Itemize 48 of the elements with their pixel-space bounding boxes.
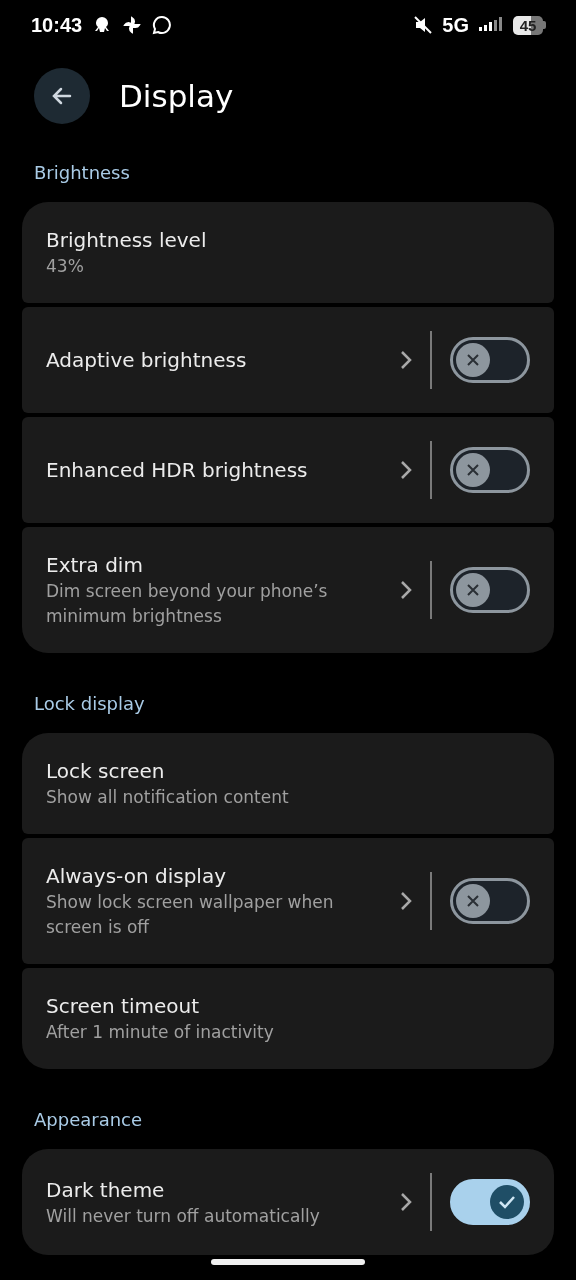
setting-title: Adaptive brightness <box>46 347 248 374</box>
network-type: 5G <box>442 13 469 37</box>
setting-row[interactable]: Dark theme Will never turn off automatically <box>22 1149 554 1255</box>
muted-speaker-icon <box>414 16 433 34</box>
toggle-switch[interactable] <box>450 567 530 613</box>
setting-summary: Dim screen beyond your phone’s minimum brightness <box>46 580 329 628</box>
chevron-right-icon <box>400 460 412 480</box>
page-title: Display <box>119 78 234 114</box>
toggle-switch[interactable] <box>450 447 530 493</box>
setting-summary: 43% <box>46 255 85 278</box>
setting-summary: Will never turn off automatically <box>46 1204 321 1228</box>
close-icon <box>466 463 480 477</box>
setting-title: Lock screen <box>46 758 166 785</box>
setting-row[interactable]: Extra dim Dim screen beyond your phone’s minimum brightness <box>22 527 554 653</box>
pinwheel-icon <box>122 15 143 35</box>
toggle-switch[interactable] <box>450 1179 530 1225</box>
chevron-right-icon <box>400 350 412 370</box>
toggle-switch[interactable] <box>450 878 530 924</box>
close-icon <box>466 353 480 367</box>
check-icon <box>498 1195 516 1209</box>
setting-summary: Show lock screen wallpaper when screen is off <box>46 891 335 939</box>
setting-row[interactable]: Enhanced HDR brightness <box>22 417 554 523</box>
setting-row[interactable]: Always-on display Show lock screen wallpaper when screen is off <box>22 838 554 964</box>
setting-summary: After 1 minute of inactivity <box>46 1021 275 1044</box>
setting-title: Always-on display <box>46 863 227 890</box>
setting-row[interactable]: Screen timeout After 1 minute of inactivity <box>22 968 554 1069</box>
setting-title: Enhanced HDR brightness <box>46 457 309 484</box>
setting-row[interactable]: Lock screen Show all notification content <box>22 733 554 834</box>
toggle-switch[interactable] <box>450 337 530 383</box>
back-button[interactable] <box>34 68 90 124</box>
section-header: Lock display <box>33 692 146 716</box>
chevron-right-icon <box>400 580 412 600</box>
close-icon <box>466 583 480 597</box>
setting-title: Extra dim <box>46 552 144 579</box>
setting-row[interactable]: Brightness level 43% <box>22 202 554 303</box>
setting-title: Dark theme <box>46 1176 166 1204</box>
section-header: Brightness <box>33 161 131 185</box>
setting-title: Brightness level <box>46 227 208 254</box>
chevron-right-icon <box>400 891 412 911</box>
setting-summary: Show all notification content <box>46 786 290 809</box>
setting-title: Screen timeout <box>46 993 201 1020</box>
section-header: Appearance <box>33 1108 144 1132</box>
status-time: 10:43 <box>31 13 83 37</box>
close-icon <box>466 894 480 908</box>
chat-icon <box>152 15 173 35</box>
setting-row[interactable]: Adaptive brightness <box>22 307 554 413</box>
signal-icon <box>479 17 503 33</box>
chevron-right-icon <box>400 1192 412 1212</box>
